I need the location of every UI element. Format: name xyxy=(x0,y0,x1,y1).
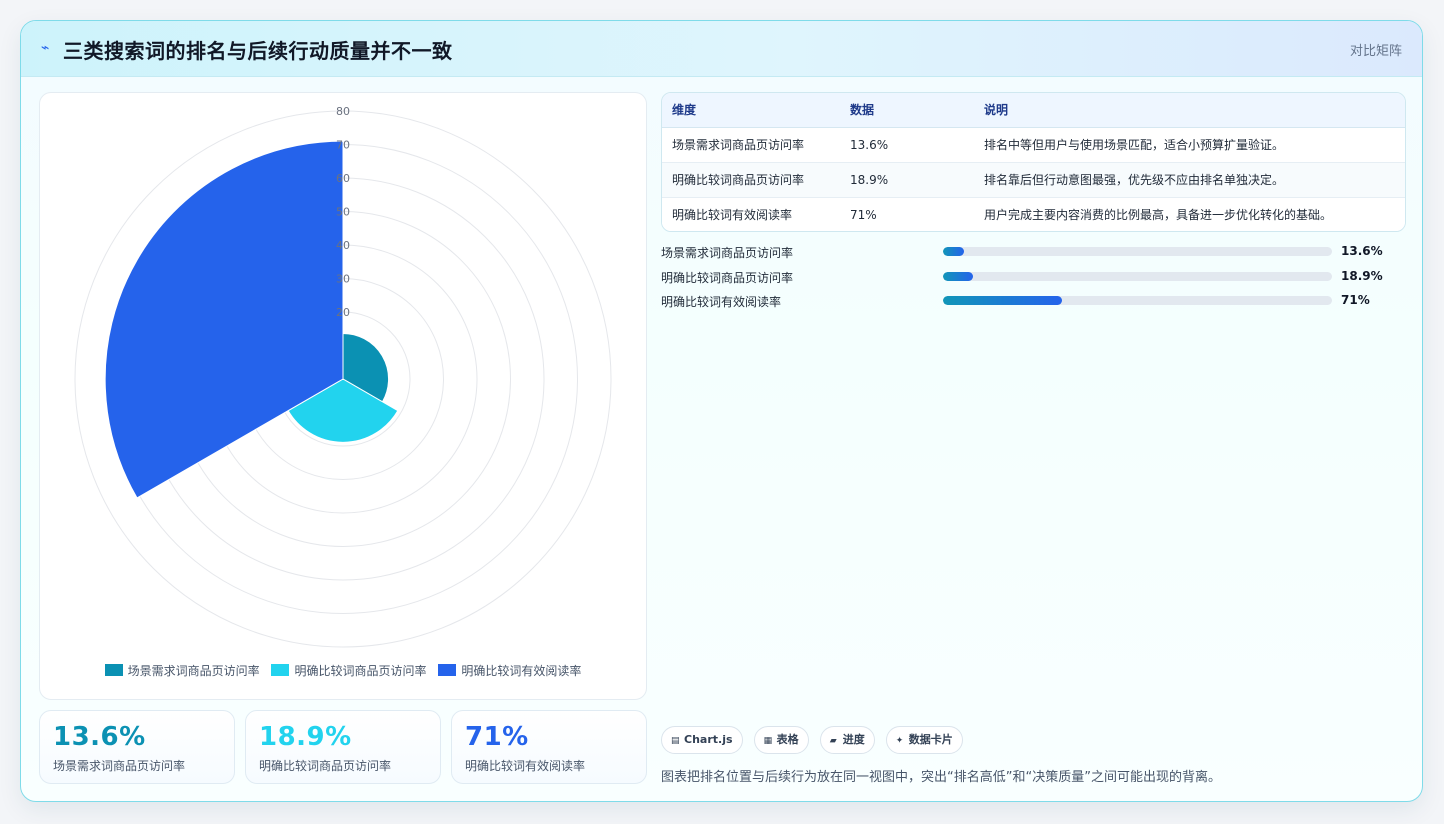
legend-label: 场景需求词商品页访问率 xyxy=(127,664,260,678)
table-cell: 场景需求词商品页访问率 xyxy=(662,127,840,163)
radial-tick-label: 80 xyxy=(336,105,350,118)
progress-fill xyxy=(943,296,1063,305)
radial-tick-label: 20 xyxy=(336,306,350,319)
table-cell: 明确比较词商品页访问率 xyxy=(662,162,840,198)
progress-row: 明确比较词商品页访问率 18.9% xyxy=(661,268,1406,293)
feature-chips: ▤ Chart.js ▦ 表格 ▰ 进度 ✦ 数据卡片 xyxy=(661,726,969,754)
chart-caption: 图表把排名位置与后续行为放在同一视图中，突出“排名高低”和“决策质量”之间可能出… xyxy=(661,770,1221,785)
legend-item-compare-read[interactable]: 明确比较词有效阅读率 xyxy=(438,662,581,679)
progress-value: 13.6% xyxy=(1341,244,1383,258)
chip-table[interactable]: ▦ 表格 xyxy=(753,726,809,754)
chart-legend: 场景需求词商品页访问率 明确比较词商品页访问率 明确比较词有效阅读率 xyxy=(40,662,646,679)
stat-value: 18.9% xyxy=(259,722,352,752)
polar-chart-svg: 80 70 60 50 40 30 20 xyxy=(74,105,612,648)
radial-tick-label: 60 xyxy=(336,172,350,185)
progress-track xyxy=(943,247,1332,256)
table-cell: 排名中等但用户与使用场景匹配，适合小预算扩量验证。 xyxy=(974,127,1405,163)
progress-value: 18.9% xyxy=(1341,268,1383,283)
progress-label: 明确比较词有效阅读率 xyxy=(661,295,782,309)
progress-row: 场景需求词商品页访问率 13.6% xyxy=(661,243,1406,268)
legend-item-scene-visit[interactable]: 场景需求词商品页访问率 xyxy=(104,662,260,679)
card-icon: ✦ xyxy=(895,736,904,746)
legend-swatch xyxy=(271,664,290,676)
radial-tick-label: 30 xyxy=(336,273,350,286)
table-row: 明确比较词商品页访问率 18.9% 排名靠后但行动意图最强，优先级不应由排名单独… xyxy=(662,162,1405,198)
table-cell: 18.9% xyxy=(840,162,974,198)
progress-fill xyxy=(943,247,965,256)
radial-tick-label: 50 xyxy=(336,206,350,219)
stat-label: 场景需求词商品页访问率 xyxy=(53,759,186,773)
legend-label: 明确比较词商品页访问率 xyxy=(294,664,427,678)
progress-label: 明确比较词商品页访问率 xyxy=(661,270,794,285)
stat-label: 明确比较词商品页访问率 xyxy=(259,759,392,773)
table-cell: 13.6% xyxy=(840,127,974,163)
progress-row: 明确比较词有效阅读率 71% xyxy=(661,292,1406,317)
radial-tick-label: 70 xyxy=(336,139,350,152)
chip-label: 表格 xyxy=(776,733,799,746)
table-header-row: 维度 数据 说明 xyxy=(662,93,1405,128)
main-card: ⌁ 三类搜索词的排名与后续行动质量并不一致 对比矩阵 80 70 60 50 40 30 2… xyxy=(20,20,1423,802)
table-cell: 71% xyxy=(850,207,877,222)
chart-icon: ▤ xyxy=(671,736,680,746)
progress-fill xyxy=(943,271,973,281)
spark-icon: ⌁ xyxy=(41,40,50,56)
stat-label: 明确比较词有效阅读率 xyxy=(465,759,586,773)
chip-chartjs[interactable]: ▤ Chart.js xyxy=(661,726,743,754)
table-row: 明确比较词有效阅读率 71% 用户完成主要内容消费的比例最高，具备进一步优化转化… xyxy=(662,197,1405,231)
table-cell: 排名靠后但行动意图最强，优先级不应由排名单独决定。 xyxy=(974,162,1405,198)
polar-wedge[interactable] xyxy=(104,140,344,499)
page-title: 三类搜索词的排名与后续行动质量并不一致 xyxy=(63,39,453,63)
table-cell: 用户完成主要内容消费的比例最高，具备进一步优化转化的基础。 xyxy=(984,208,1333,223)
chip-label: Chart.js xyxy=(684,733,733,746)
progress-list: 场景需求词商品页访问率 13.6% 明确比较词商品页访问率 18.9% 明确比较… xyxy=(661,243,1406,317)
polar-chart: 80 70 60 50 40 30 20 场景需求词商品页访问率 明确比较词商品页访问率 明… xyxy=(39,92,647,700)
table-icon: ▦ xyxy=(763,736,773,746)
column-header-note: 说明 xyxy=(974,93,1405,128)
progress-label: 场景需求词商品页访问率 xyxy=(661,246,794,260)
legend-swatch xyxy=(104,664,123,676)
progress-track xyxy=(943,296,1332,305)
chip-label: 数据卡片 xyxy=(908,733,953,746)
progress-track xyxy=(943,271,1332,281)
legend-item-compare-visit[interactable]: 明确比较词商品页访问率 xyxy=(271,662,427,679)
column-header-dimension: 维度 xyxy=(662,93,840,128)
chip-progress[interactable]: ▰ 进度 xyxy=(819,726,875,754)
stat-card-compare-read: 71% 明确比较词有效阅读率 xyxy=(451,710,647,784)
stat-value: 13.6% xyxy=(53,722,146,752)
table-row: 场景需求词商品页访问率 13.6% 排名中等但用户与使用场景匹配，适合小预算扩量… xyxy=(662,127,1405,163)
progress-value: 71% xyxy=(1341,293,1370,307)
column-header-data: 数据 xyxy=(840,93,974,128)
legend-label: 明确比较词有效阅读率 xyxy=(461,664,582,678)
chip-label: 进度 xyxy=(842,733,865,746)
matrix-tag: 对比矩阵 xyxy=(1349,44,1402,59)
radial-tick-label: 40 xyxy=(336,239,350,252)
stat-value: 71% xyxy=(465,722,529,752)
stat-cards: 13.6% 场景需求词商品页访问率 18.9% 明确比较词商品页访问率 71% … xyxy=(39,710,647,784)
chip-data-card[interactable]: ✦ 数据卡片 xyxy=(885,726,963,754)
stat-card-scene-visit: 13.6% 场景需求词商品页访问率 xyxy=(39,710,235,784)
table-cell: 明确比较词有效阅读率 xyxy=(672,208,793,223)
header: ⌁ 三类搜索词的排名与后续行动质量并不一致 对比矩阵 xyxy=(21,21,1422,77)
progress-icon: ▰ xyxy=(829,736,837,746)
data-table: 维度 数据 说明 场景需求词商品页访问率 13.6% 排名中等但用户与使用场景匹… xyxy=(661,92,1406,232)
legend-swatch xyxy=(438,664,457,676)
stat-card-compare-visit: 18.9% 明确比较词商品页访问率 xyxy=(245,710,441,784)
